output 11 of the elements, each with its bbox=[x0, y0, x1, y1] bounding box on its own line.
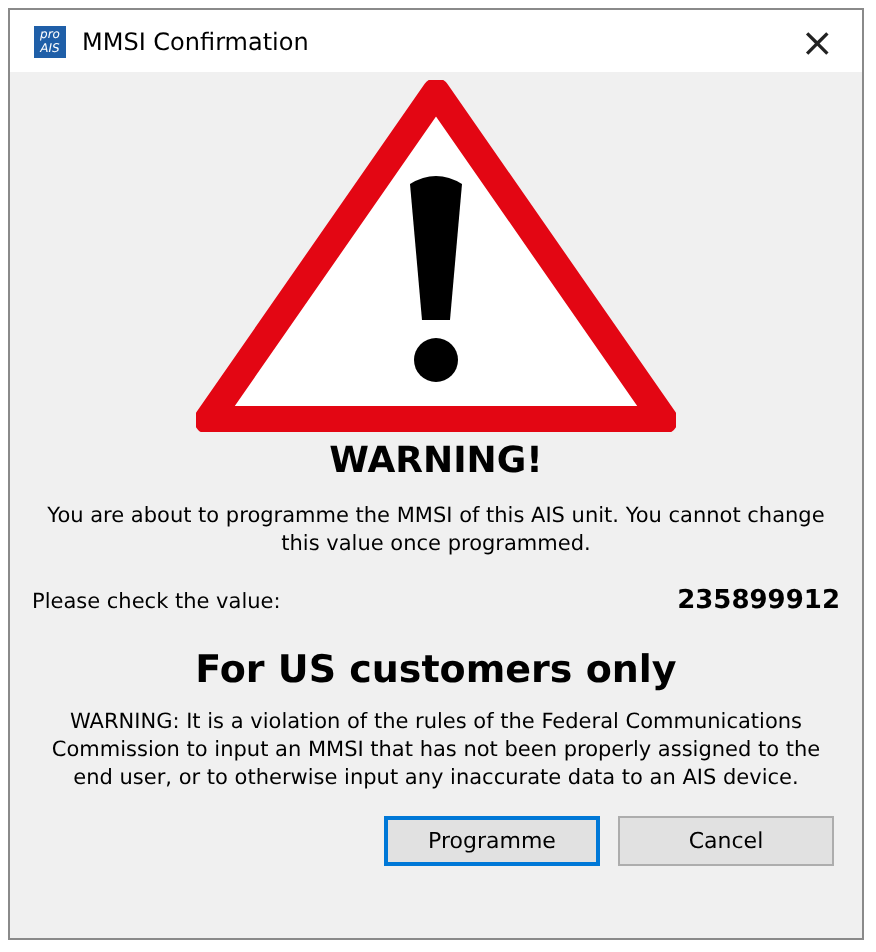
warning-message: You are about to programme the MMSI of this AIS unit. You cannot change this value once programmed. bbox=[46, 502, 826, 558]
window-title: MMSI Confirmation bbox=[82, 27, 311, 55]
programme-button[interactable]: Programme bbox=[384, 816, 600, 866]
mmsi-value: 235899912 bbox=[677, 586, 840, 616]
check-label: Please check the value: bbox=[32, 589, 281, 613]
close-button[interactable]: × bbox=[788, 21, 846, 61]
legal-warning: WARNING: It is a violation of the rules of the Federal Communications Commission to input an MMSI that has not been properly assigned to the end user, or to otherwise input any inaccurate data to an AIS device. bbox=[49, 708, 823, 792]
cancel-button[interactable]: Cancel bbox=[618, 816, 834, 866]
warning-icon bbox=[196, 80, 676, 432]
warning-heading: WARNING! bbox=[329, 440, 543, 482]
notice-heading: For US customers only bbox=[195, 648, 677, 692]
